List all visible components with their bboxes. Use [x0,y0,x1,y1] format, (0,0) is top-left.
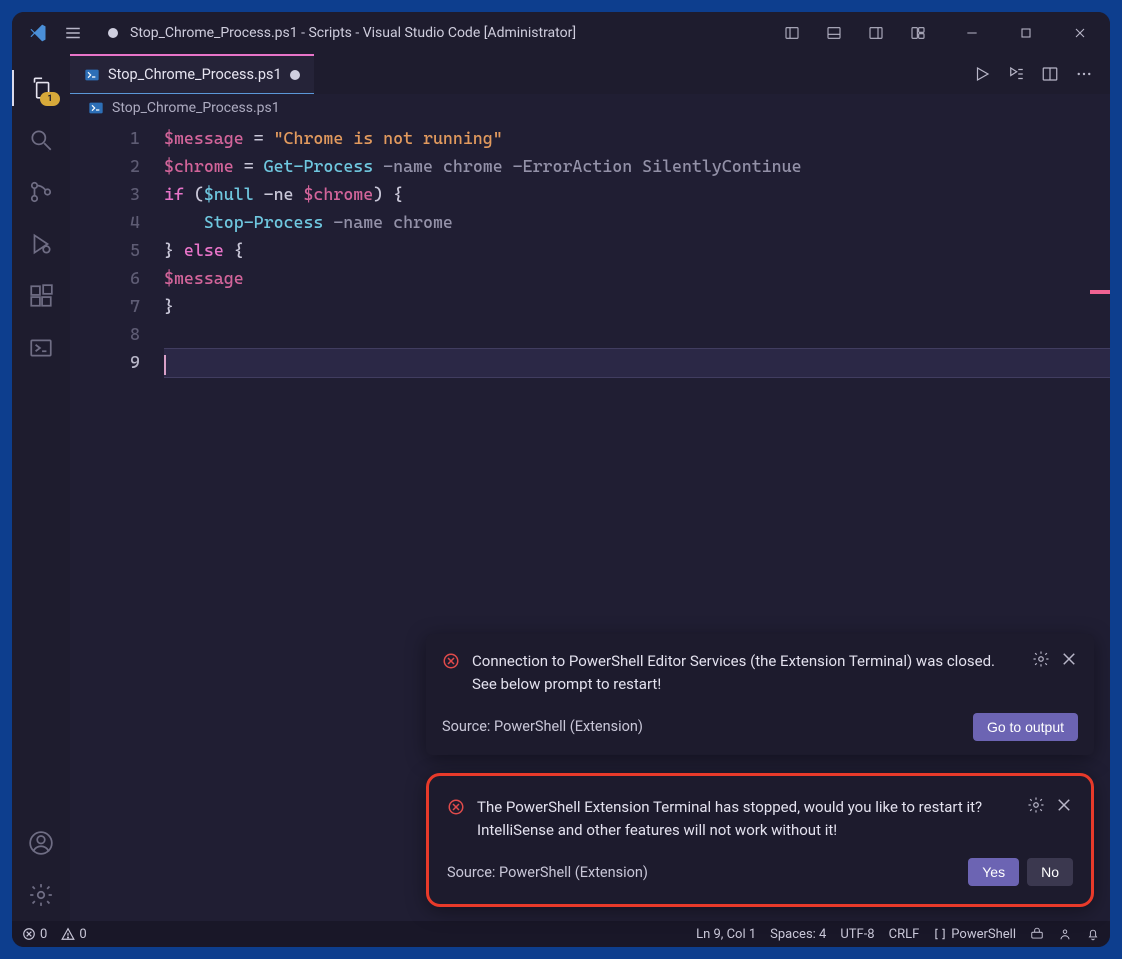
gear-icon[interactable] [1032,650,1050,668]
run-icon[interactable] [970,62,994,86]
notification-stack: Connection to PowerShell Editor Services… [426,634,1094,907]
code-line[interactable]: if ($null -ne $chrome) { [164,180,1110,208]
settings-gear-icon[interactable] [12,869,70,921]
titlebar: Stop_Chrome_Process.ps1 - Scripts - Visu… [12,12,1110,54]
run-selection-icon[interactable] [1004,62,1028,86]
status-bar: 0 0 Ln 9, Col 1 Spaces: 4 UTF-8 CRLF Pow… [12,921,1110,947]
minimap-marker [1090,290,1110,294]
code-line[interactable] [164,320,1110,348]
code-line[interactable]: } [164,292,1110,320]
line-number: 4 [70,208,140,236]
accounts-icon[interactable] [12,817,70,869]
status-lncol[interactable]: Ln 9, Col 1 [696,927,756,942]
code-line[interactable] [164,348,1110,378]
code-line[interactable]: $chrome = Get-Process -name chrome -Erro… [164,152,1110,180]
search-icon[interactable] [12,114,70,166]
source-control-icon[interactable] [12,166,70,218]
status-warnings[interactable]: 0 [61,927,86,942]
customize-layout-icon[interactable] [900,19,936,47]
notification-source: Source: PowerShell (Extension) [442,718,643,735]
gear-icon[interactable] [1027,796,1045,814]
modified-dot-icon [108,28,118,38]
tab-modified-icon [290,70,300,80]
close-icon[interactable] [1060,650,1078,668]
window-title: Stop_Chrome_Process.ps1 - Scripts - Visu… [130,25,576,41]
powershell-icon[interactable] [12,322,70,374]
tab-label: Stop_Chrome_Process.ps1 [108,66,282,83]
breadcrumb-file: Stop_Chrome_Process.ps1 [112,100,280,116]
status-encoding[interactable]: UTF-8 [840,927,874,942]
error-icon [442,650,460,697]
line-number: 9 [70,348,140,376]
status-bell-icon[interactable] [1086,927,1100,941]
line-number: 8 [70,320,140,348]
close-icon[interactable] [1055,796,1073,814]
panel-bottom-icon[interactable] [816,19,852,47]
more-actions-icon[interactable] [1072,62,1096,86]
notification-message: Connection to PowerShell Editor Services… [472,650,1020,697]
status-lang[interactable]: PowerShell [933,927,1016,942]
powershell-file-icon [88,100,104,116]
line-number: 5 [70,236,140,264]
line-number: 3 [70,180,140,208]
notification-button[interactable]: Yes [968,858,1019,886]
activity-bar: 1 [12,54,70,921]
line-number: 7 [70,292,140,320]
editor-tab[interactable]: Stop_Chrome_Process.ps1 [70,54,314,94]
notification-toast: Connection to PowerShell Editor Services… [426,634,1094,755]
notification-button[interactable]: No [1027,858,1073,886]
code-line[interactable]: $message = "Chrome is not running" [164,124,1110,152]
line-number: 6 [70,264,140,292]
notification-source: Source: PowerShell (Extension) [447,864,648,881]
vscode-logo-icon [28,23,48,43]
explorer-icon[interactable]: 1 [12,62,70,114]
notification-message: The PowerShell Extension Terminal has st… [477,796,1015,843]
code-line[interactable]: Stop-Process -name chrome [164,208,1110,236]
code-line[interactable]: } else { [164,236,1110,264]
status-person-icon[interactable] [1058,927,1072,941]
cursor [164,355,166,375]
close-button[interactable] [1058,19,1102,47]
explorer-badge: 1 [40,92,60,106]
breadcrumb[interactable]: Stop_Chrome_Process.ps1 [70,94,1110,120]
maximize-button[interactable] [1004,19,1048,47]
tab-bar: Stop_Chrome_Process.ps1 [70,54,1110,94]
powershell-file-icon [84,67,100,83]
vscode-window: Stop_Chrome_Process.ps1 - Scripts - Visu… [12,12,1110,947]
code-line[interactable]: $message [164,264,1110,292]
run-debug-icon[interactable] [12,218,70,270]
status-feedback-icon[interactable] [1030,927,1044,941]
notification-toast: The PowerShell Extension Terminal has st… [426,773,1094,908]
status-spaces[interactable]: Spaces: 4 [770,927,826,942]
status-errors[interactable]: 0 [22,927,47,942]
line-numbers: 123456789 [70,120,158,921]
notification-button[interactable]: Go to output [973,713,1078,741]
minimize-button[interactable] [950,19,994,47]
line-number: 1 [70,124,140,152]
extensions-icon[interactable] [12,270,70,322]
menu-icon[interactable] [56,24,90,42]
line-number: 2 [70,152,140,180]
error-icon [447,796,465,843]
panel-right-icon[interactable] [858,19,894,47]
split-editor-icon[interactable] [1038,62,1062,86]
panel-left-icon[interactable] [774,19,810,47]
status-eol[interactable]: CRLF [889,927,920,942]
